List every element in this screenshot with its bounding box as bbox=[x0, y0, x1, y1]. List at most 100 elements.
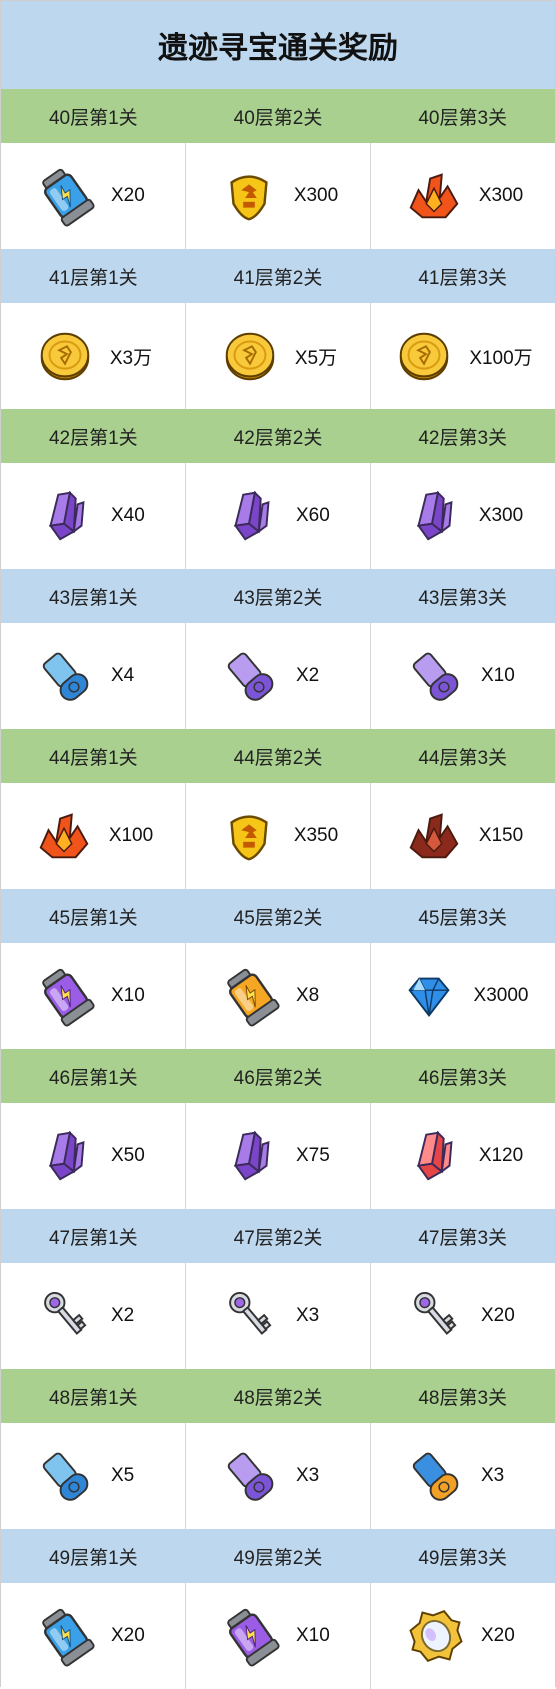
reward-table: 遗迹寻宝通关奖励 40层第1关 40层第2关 40层第3关 X20 X300 X30… bbox=[0, 0, 556, 1689]
red-crystal-icon bbox=[403, 1125, 465, 1187]
reward-quantity: X10 bbox=[296, 1625, 330, 1646]
reward-row: X40 X60 X300 bbox=[1, 463, 555, 569]
mirror-gem-icon bbox=[405, 1605, 467, 1667]
reward-cell: X5 bbox=[1, 1423, 186, 1529]
reward-quantity: X150 bbox=[478, 825, 524, 846]
reward-cell: X150 bbox=[371, 783, 555, 889]
reward-quantity: X3000 bbox=[473, 985, 529, 1006]
reward-cell: X300 bbox=[371, 143, 555, 249]
purple-scroll-icon bbox=[220, 645, 282, 707]
reward-quantity: X120 bbox=[478, 1145, 524, 1166]
reward-row: X20 X300 X300 bbox=[1, 143, 555, 249]
fire-crystal-icon bbox=[33, 805, 95, 867]
stage-label: 42层第1关 bbox=[48, 427, 138, 449]
stage-label: 41层第3关 bbox=[418, 267, 508, 289]
reward-quantity: X100 bbox=[108, 825, 154, 846]
purple-scroll-icon bbox=[220, 1445, 282, 1507]
purple-crystal-icon bbox=[403, 485, 465, 547]
reward-quantity: X40 bbox=[111, 505, 145, 526]
purple-crystal-icon bbox=[220, 485, 282, 547]
stage-label: 43层第3关 bbox=[418, 587, 508, 609]
reward-quantity: X60 bbox=[296, 505, 330, 526]
reward-quantity: X3 bbox=[296, 1305, 320, 1326]
reward-row: X4 X2 X10 bbox=[1, 623, 555, 729]
reward-quantity: X20 bbox=[481, 1305, 515, 1326]
floor-header-row: 49层第1关 49层第2关 49层第3关 bbox=[1, 1529, 555, 1583]
reward-cell: X100万 bbox=[371, 303, 555, 409]
stage-label: 49层第2关 bbox=[233, 1547, 323, 1569]
floor-header-row: 43层第1关 43层第2关 43层第3关 bbox=[1, 569, 555, 623]
fire-crystal-icon bbox=[403, 165, 465, 227]
stage-label: 40层第2关 bbox=[233, 107, 323, 129]
reward-quantity: X300 bbox=[478, 505, 524, 526]
reward-row: X5 X3 X3 bbox=[1, 1423, 555, 1529]
reward-cell: X60 bbox=[186, 463, 371, 569]
purple-battery-icon bbox=[220, 1605, 282, 1667]
stage-label: 45层第1关 bbox=[48, 907, 138, 929]
reward-row: X3万 X5万 X100万 bbox=[1, 303, 555, 409]
floor-header-row: 48层第1关 48层第2关 48层第3关 bbox=[1, 1369, 555, 1423]
reward-cell: X300 bbox=[371, 463, 555, 569]
gold-badge-icon bbox=[218, 165, 280, 227]
reward-quantity: X3 bbox=[481, 1465, 505, 1486]
gold-coin-icon bbox=[34, 325, 96, 387]
silver-key-icon bbox=[405, 1285, 467, 1347]
silver-key-icon bbox=[220, 1285, 282, 1347]
reward-cell: X20 bbox=[1, 143, 186, 249]
purple-crystal-icon bbox=[35, 1125, 97, 1187]
stage-label: 42层第3关 bbox=[418, 427, 508, 449]
reward-cell: X3 bbox=[186, 1263, 371, 1369]
stage-label: 41层第1关 bbox=[48, 267, 138, 289]
stage-label: 49层第1关 bbox=[48, 1547, 138, 1569]
reward-cell: X4 bbox=[1, 623, 186, 729]
silver-key-icon bbox=[35, 1285, 97, 1347]
stage-label: 43层第1关 bbox=[48, 587, 138, 609]
reward-quantity: X20 bbox=[111, 1625, 145, 1646]
floor-header-row: 41层第1关 41层第2关 41层第3关 bbox=[1, 249, 555, 303]
purple-crystal-icon bbox=[220, 1125, 282, 1187]
stage-label: 46层第3关 bbox=[418, 1067, 508, 1089]
reward-quantity: X3万 bbox=[109, 347, 153, 369]
reward-cell: X20 bbox=[371, 1263, 555, 1369]
stage-label: 42层第2关 bbox=[233, 427, 323, 449]
gold-coin-icon bbox=[219, 325, 281, 387]
reward-quantity: X8 bbox=[296, 985, 320, 1006]
floor-header-row: 46层第1关 46层第2关 46层第3关 bbox=[1, 1049, 555, 1103]
floor-header-row: 42层第1关 42层第2关 42层第3关 bbox=[1, 409, 555, 463]
stage-label: 45层第2关 bbox=[233, 907, 323, 929]
blue-battery-icon bbox=[35, 1605, 97, 1667]
orange-scroll-icon bbox=[405, 1445, 467, 1507]
floor-rows: 40层第1关 40层第2关 40层第3关 X20 X300 X300 41层第1关 41… bbox=[1, 89, 555, 1689]
floor-header-row: 45层第1关 45层第2关 45层第3关 bbox=[1, 889, 555, 943]
reward-quantity: X10 bbox=[111, 985, 145, 1006]
reward-cell: X3 bbox=[371, 1423, 555, 1529]
reward-cell: X8 bbox=[186, 943, 371, 1049]
stage-label: 47层第1关 bbox=[48, 1227, 138, 1249]
reward-cell: X10 bbox=[186, 1583, 371, 1689]
reward-row: X50 X75 X120 bbox=[1, 1103, 555, 1209]
reward-row: X2 X3 X20 bbox=[1, 1263, 555, 1369]
reward-cell: X3000 bbox=[371, 943, 555, 1049]
reward-quantity: X75 bbox=[296, 1145, 330, 1166]
stage-label: 44层第1关 bbox=[48, 747, 138, 769]
reward-quantity: X2 bbox=[296, 665, 320, 686]
gold-badge-icon bbox=[218, 805, 280, 867]
reward-cell: X20 bbox=[371, 1583, 555, 1689]
reward-cell: X3 bbox=[186, 1423, 371, 1529]
blue-battery-icon bbox=[35, 165, 97, 227]
floor-header-row: 44层第1关 44层第2关 44层第3关 bbox=[1, 729, 555, 783]
reward-cell: X5万 bbox=[186, 303, 371, 409]
stage-label: 48层第1关 bbox=[48, 1387, 138, 1409]
reward-cell: X50 bbox=[1, 1103, 186, 1209]
stage-label: 47层第3关 bbox=[418, 1227, 508, 1249]
blue-scroll-icon bbox=[35, 645, 97, 707]
reward-quantity: X100万 bbox=[469, 347, 533, 369]
purple-scroll-icon bbox=[405, 645, 467, 707]
orange-battery-icon bbox=[220, 965, 282, 1027]
reward-quantity: X5万 bbox=[294, 347, 338, 369]
reward-quantity: X350 bbox=[293, 825, 339, 846]
stage-label: 41层第2关 bbox=[233, 267, 323, 289]
reward-cell: X350 bbox=[186, 783, 371, 889]
stage-label: 44层第3关 bbox=[418, 747, 508, 769]
dark-red-crystal-icon bbox=[403, 805, 465, 867]
